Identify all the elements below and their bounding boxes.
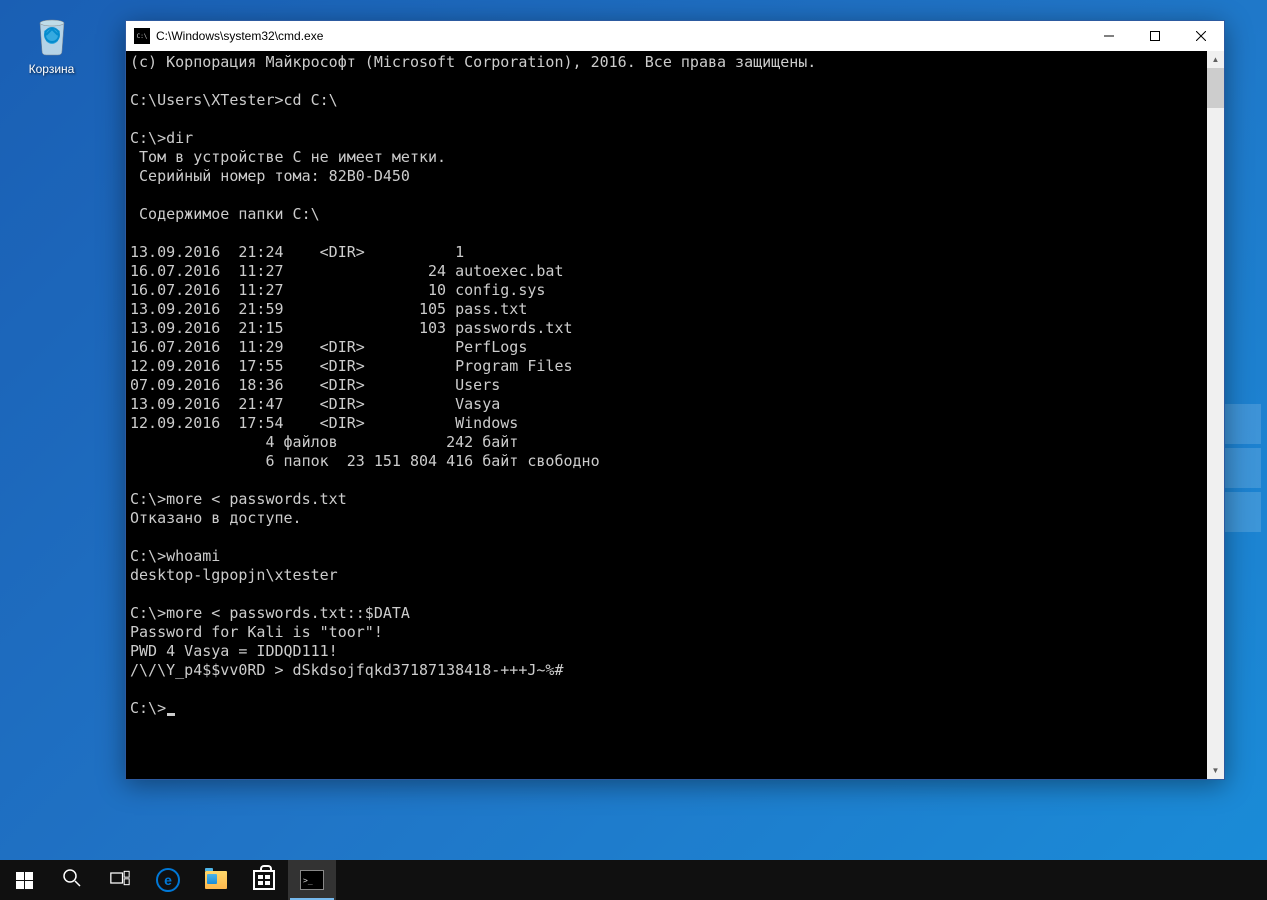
recycle-bin-desktop-icon[interactable]: Корзина <box>14 10 89 76</box>
cmd-titlebar-icon <box>134 28 150 44</box>
cmd-terminal-output[interactable]: (с) Корпорация Майкрософт (Microsoft Cor… <box>126 51 1207 779</box>
edge-icon: e <box>156 868 180 892</box>
scroll-thumb[interactable] <box>1207 68 1224 108</box>
cmd-body: (с) Корпорация Майкрософт (Microsoft Cor… <box>126 51 1224 779</box>
search-button[interactable] <box>48 860 96 900</box>
search-icon <box>62 868 82 893</box>
maximize-button[interactable] <box>1132 21 1178 51</box>
file-explorer-icon <box>205 871 227 889</box>
scroll-up-arrow[interactable]: ▲ <box>1207 51 1224 68</box>
store-icon <box>253 870 275 890</box>
start-button[interactable] <box>0 860 48 900</box>
microsoft-store-button[interactable] <box>240 860 288 900</box>
taskbar: e <box>0 860 1267 900</box>
scroll-track[interactable] <box>1207 68 1224 762</box>
recycle-bin-label: Корзина <box>14 62 89 76</box>
scroll-down-arrow[interactable]: ▼ <box>1207 762 1224 779</box>
window-controls <box>1086 21 1224 51</box>
cmd-taskbar-button[interactable] <box>288 860 336 900</box>
windows-start-icon <box>16 872 33 889</box>
vertical-scrollbar[interactable]: ▲ ▼ <box>1207 51 1224 779</box>
task-view-icon <box>110 868 130 893</box>
edge-browser-button[interactable]: e <box>144 860 192 900</box>
window-title-bar[interactable]: C:\Windows\system32\cmd.exe <box>126 21 1224 51</box>
cmd-window: C:\Windows\system32\cmd.exe (с) Корпорац… <box>125 20 1225 780</box>
cmd-icon <box>300 870 324 890</box>
recycle-bin-icon <box>27 10 77 60</box>
window-title: C:\Windows\system32\cmd.exe <box>156 29 1086 43</box>
file-explorer-button[interactable] <box>192 860 240 900</box>
task-view-button[interactable] <box>96 860 144 900</box>
close-button[interactable] <box>1178 21 1224 51</box>
minimize-button[interactable] <box>1086 21 1132 51</box>
